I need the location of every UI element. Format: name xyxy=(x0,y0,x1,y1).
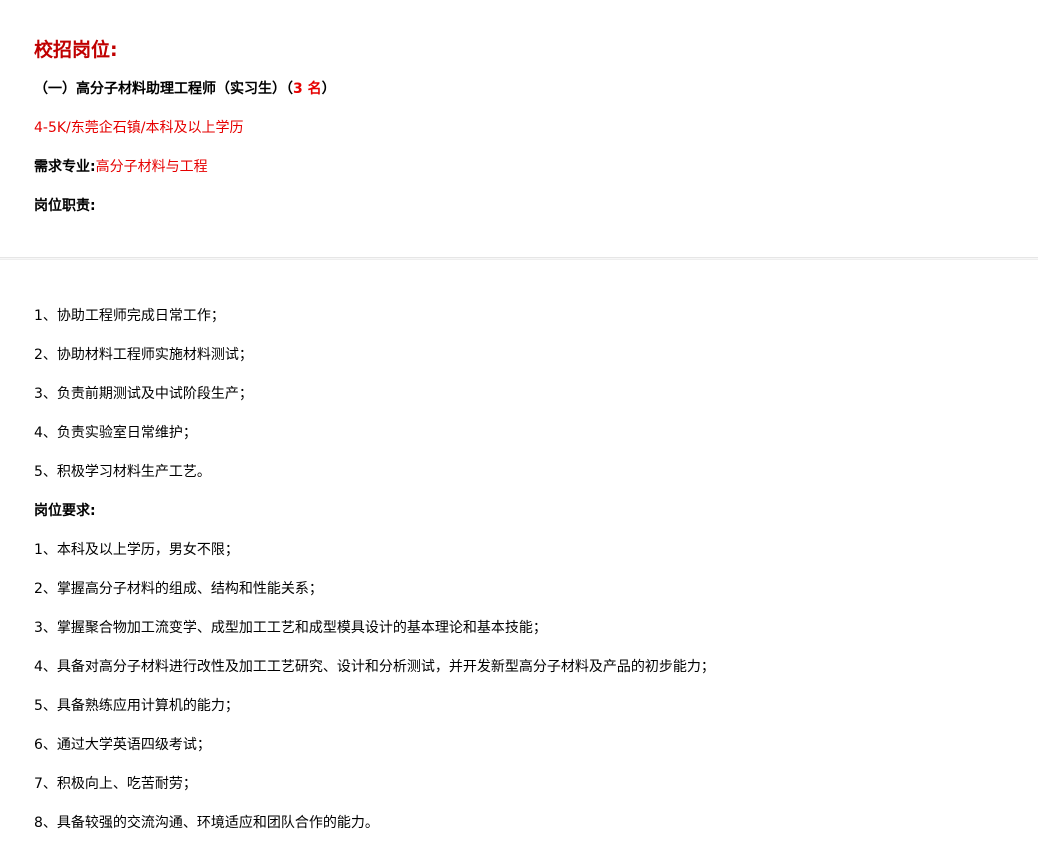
details-section: 1、协助工程师完成日常工作； 2、协助材料工程师实施材料测试； 3、负责前期测试… xyxy=(0,260,1038,842)
requirements-label: 岗位要求: xyxy=(34,503,96,519)
header-section: 校招岗位: （一）高分子材料助理工程师（实习生）（3 名） 4-5K/东莞企石镇… xyxy=(0,0,1038,257)
requirement-item: 4、具备对高分子材料进行改性及加工工艺研究、设计和分析测试，并开发新型高分子材料… xyxy=(34,659,715,675)
duty-item: 5、积极学习材料生产工艺。 xyxy=(34,464,211,480)
major-line: 需求专业:高分子材料与工程 xyxy=(34,157,208,177)
salary-location-education: 4-5K/东莞企石镇/本科及以上学历 xyxy=(34,120,244,136)
duties-label: 岗位职责: xyxy=(34,198,96,214)
major-label: 需求专业: xyxy=(34,159,96,175)
requirement-item: 7、积极向上、吃苦耐劳； xyxy=(34,776,197,792)
major-value: 高分子材料与工程 xyxy=(95,159,208,175)
duty-item: 2、协助材料工程师实施材料测试； xyxy=(34,347,253,363)
position-title-text: （一）高分子材料助理工程师（实习生）（ xyxy=(34,81,293,97)
duty-item: 4、负责实验室日常维护； xyxy=(34,425,197,441)
requirement-item: 3、掌握聚合物加工流变学、成型加工工艺和成型模具设计的基本理论和基本技能； xyxy=(34,620,547,636)
requirement-item: 1、本科及以上学历，男女不限； xyxy=(34,542,239,558)
position-title: （一）高分子材料助理工程师（实习生）（3 名） xyxy=(34,79,336,99)
requirement-item: 2、掌握高分子材料的组成、结构和性能关系； xyxy=(34,581,323,597)
position-title-close: ） xyxy=(321,81,336,97)
requirement-item: 6、通过大学英语四级考试； xyxy=(34,737,211,753)
requirement-item: 5、具备熟练应用计算机的能力； xyxy=(34,698,239,714)
duty-item: 1、协助工程师完成日常工作； xyxy=(34,308,225,324)
position-count: 3 名 xyxy=(293,81,322,97)
page-title: 校招岗位: xyxy=(34,39,118,61)
duty-item: 3、负责前期测试及中试阶段生产； xyxy=(34,386,253,402)
requirement-item: 8、具备较强的交流沟通、环境适应和团队合作的能力。 xyxy=(34,815,379,831)
